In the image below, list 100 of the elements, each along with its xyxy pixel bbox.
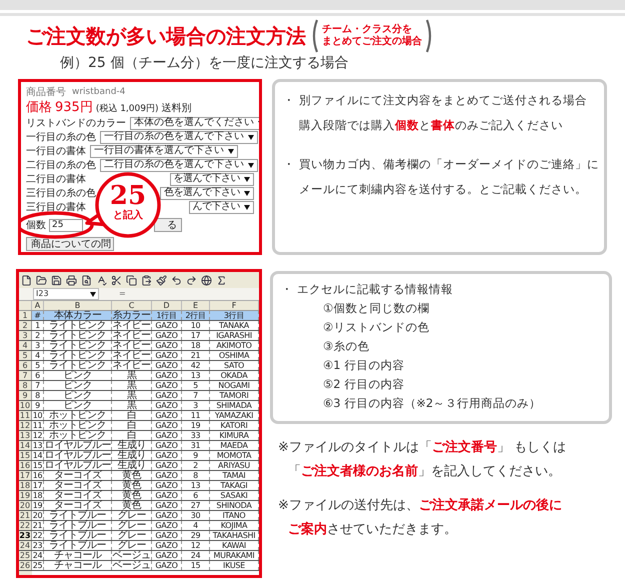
table-cell: ライトブルー (44, 531, 112, 540)
table-cell: GAZO (152, 401, 182, 410)
folder-icon[interactable] (36, 274, 47, 286)
table-cell: 23 (32, 541, 44, 550)
table-cell: ライトピンク (44, 351, 112, 360)
table-cell: GAZO (152, 411, 182, 420)
table-cell: グレー (112, 541, 152, 550)
name-box[interactable]: I23 (33, 288, 99, 300)
column-title: # (32, 311, 44, 320)
save-icon[interactable] (51, 274, 62, 286)
quantity-field[interactable]: 25 (49, 218, 83, 232)
row-header[interactable]: 6 (19, 361, 32, 370)
table-cell: ライトブルー (44, 511, 112, 520)
table-cell: 2 (182, 461, 210, 470)
table-cell: 24 (32, 551, 44, 560)
spellcheck-icon[interactable] (96, 274, 107, 286)
cart-button[interactable]: る (154, 218, 182, 232)
dropdown[interactable]: 本体の色を選んでください (130, 116, 259, 130)
table-cell: 5 (182, 381, 210, 390)
column-header[interactable]: D (152, 301, 182, 310)
sigma-icon[interactable] (216, 274, 227, 286)
brush-icon[interactable] (156, 274, 167, 286)
table-cell: グレー (112, 511, 152, 520)
row-header[interactable]: 12 (19, 421, 32, 430)
dropdown[interactable]: 二行目の糸の色を選んで下さい (100, 158, 258, 172)
column-header[interactable]: A (32, 301, 44, 310)
row-header[interactable]: 19 (19, 491, 32, 500)
dropdown-arrow-icon (244, 190, 250, 196)
table-cell: 22 (32, 531, 44, 540)
row-header[interactable]: 8 (19, 381, 32, 390)
field-label: 一行目の書体 (26, 144, 86, 158)
dropdown[interactable]: 一行目の書体を選んで下さい (90, 144, 238, 158)
table-cell: KOJIMA (210, 521, 259, 530)
table-cell: 21 (182, 351, 210, 360)
inquiry-button[interactable]: 商品についての問 (26, 237, 114, 251)
list-item: ⑤2 行目の内容 (322, 376, 406, 393)
column-header[interactable]: E (182, 301, 210, 310)
bullet-mark: ・ (283, 156, 296, 173)
preview-icon[interactable] (81, 274, 92, 286)
dropdown[interactable]: を選んで下さい (170, 172, 254, 186)
paste-icon[interactable] (141, 274, 152, 286)
table-cell: TAKAGI (210, 481, 259, 490)
row-header[interactable]: 17 (19, 471, 32, 480)
row-header[interactable]: 18 (19, 481, 32, 490)
table-cell: GAZO (152, 531, 182, 540)
row-header[interactable]: 1 (19, 311, 32, 320)
row-header[interactable]: 25 (19, 551, 32, 560)
table-cell: 17 (182, 331, 210, 340)
row-header[interactable]: 5 (19, 351, 32, 360)
row-header[interactable]: 10 (19, 401, 32, 410)
row-header[interactable]: 26 (19, 561, 32, 570)
table-cell: GAZO (152, 421, 182, 430)
table-cell: ターコイズ (44, 471, 112, 480)
row-header[interactable]: 13 (19, 431, 32, 440)
row-header[interactable]: 21 (19, 511, 32, 520)
table-cell: 13 (32, 441, 44, 450)
row-header[interactable]: 24 (19, 541, 32, 550)
column-header[interactable]: F (210, 301, 259, 310)
column-title: 2行目 (182, 311, 210, 320)
table-cell: GAZO (152, 361, 182, 370)
row-header[interactable]: 22 (19, 521, 32, 530)
dropdown[interactable]: 色を選んで下さい (160, 186, 254, 200)
cut-icon[interactable] (111, 274, 122, 286)
new-file-icon[interactable] (21, 274, 32, 286)
column-header[interactable]: C (112, 301, 152, 310)
row-header[interactable]: 2 (19, 321, 32, 330)
field-label: 三行目の糸の色 (26, 186, 96, 200)
table-cell: GAZO (152, 381, 182, 390)
row-header[interactable]: 16 (19, 461, 32, 470)
row-header[interactable]: 4 (19, 341, 32, 350)
table-cell: 12 (32, 431, 44, 440)
note-text: ご案内させていただきます。 (287, 520, 458, 539)
table-cell: 10 (32, 411, 44, 420)
column-title: 3行目 (210, 311, 259, 320)
row-header[interactable]: 14 (19, 441, 32, 450)
print-icon[interactable] (66, 274, 77, 286)
table-cell: ARIYASU (210, 461, 259, 470)
row-header[interactable]: 11 (19, 411, 32, 420)
dropdown[interactable]: 一行目の糸の色を選んで下さい (100, 130, 258, 144)
row-header[interactable]: 15 (19, 451, 32, 460)
row-header[interactable]: 9 (19, 391, 32, 400)
note-text: ※ファイルの送付先は、ご注文承諾メールの後に (278, 496, 563, 515)
column-header[interactable]: B (44, 301, 112, 310)
table-cell: TAMAI (210, 471, 259, 480)
row-header[interactable]: 20 (19, 501, 32, 510)
globe-icon[interactable] (201, 274, 212, 286)
table-cell: YAMAZAKI (210, 411, 259, 420)
row-header[interactable]: 7 (19, 371, 32, 380)
row-header[interactable]: 23 (19, 531, 32, 540)
table-cell: 1 (32, 321, 44, 330)
parenthesis-icon (310, 19, 318, 53)
table-cell: ライトピンク (44, 361, 112, 370)
undo-icon[interactable] (171, 274, 182, 286)
row-header[interactable]: 3 (19, 331, 32, 340)
column-title: 1行目 (152, 311, 182, 320)
table-cell: GAZO (152, 541, 182, 550)
dropdown[interactable]: んで下さい (188, 200, 254, 214)
redo-icon[interactable] (186, 274, 197, 286)
tax-note: (税込 1,009円) (96, 102, 158, 116)
copy-icon[interactable] (126, 274, 137, 286)
